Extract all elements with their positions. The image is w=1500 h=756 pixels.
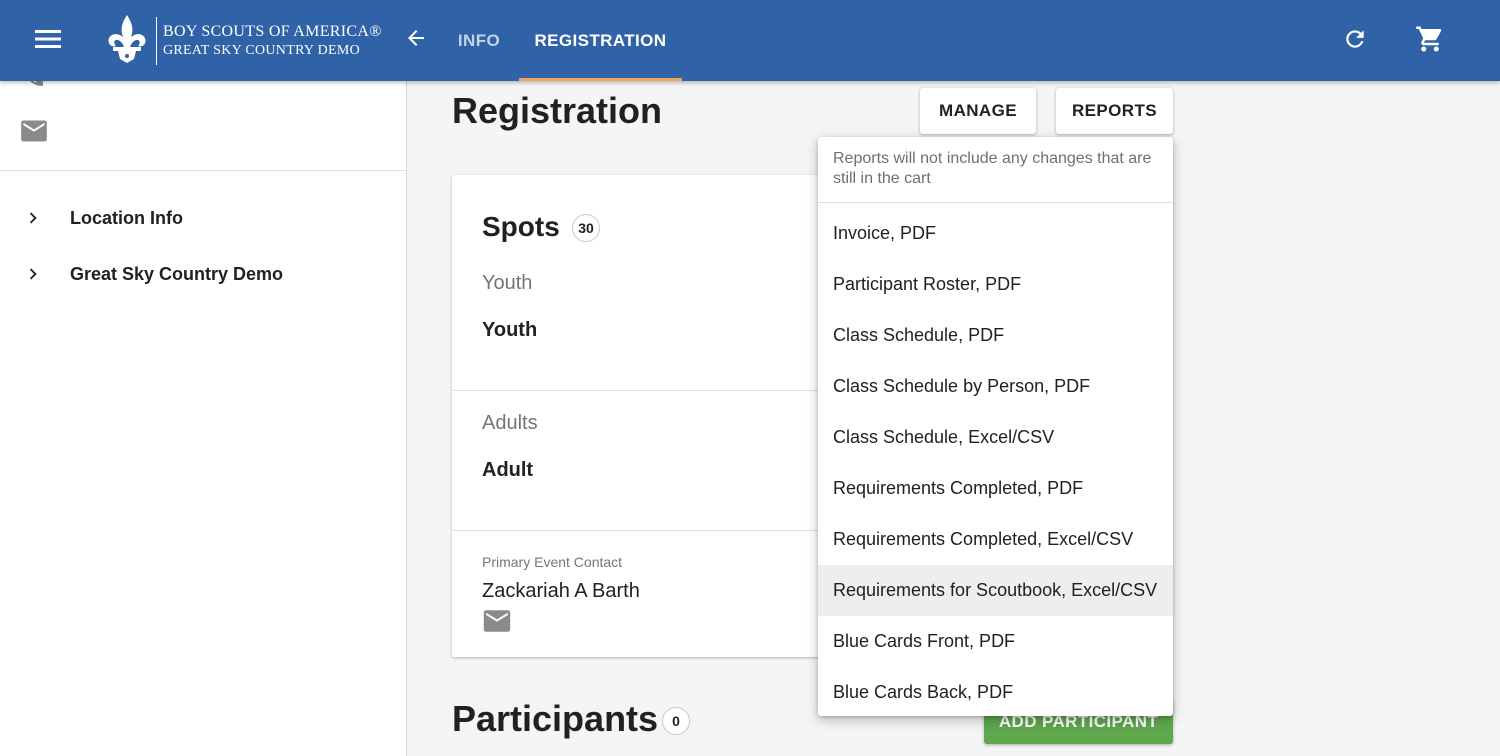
- participants-title: Participants: [452, 698, 659, 739]
- sidebar-divider: [0, 170, 406, 171]
- arrow-back-icon: [404, 26, 428, 55]
- menu-button[interactable]: [24, 22, 72, 60]
- tab-registration[interactable]: REGISTRATION: [519, 0, 682, 81]
- back-button[interactable]: [398, 22, 434, 58]
- sidebar-phone-row: 4055551013: [0, 81, 406, 99]
- cart-button[interactable]: [1410, 22, 1450, 60]
- logo-divider: [156, 17, 157, 65]
- sidebar-item-great-sky-country-demo[interactable]: Great Sky Country Demo: [0, 252, 406, 296]
- youth-value: Youth: [482, 319, 538, 341]
- reports-menu-list: Invoice, PDF Participant Roster, PDF Cla…: [818, 203, 1173, 716]
- mail-icon[interactable]: [20, 119, 48, 148]
- primary-contact-label: Primary Event Contact: [482, 554, 623, 570]
- spots-card: Spots 30 Youth Youth Adults Adult Primar…: [452, 175, 852, 657]
- bsa-logo[interactable]: BOY SCOUTS OF AMERICA® GREAT SKY COUNTRY…: [104, 14, 382, 68]
- sidebar-item-location-info[interactable]: Location Info: [0, 196, 406, 240]
- menu-item-requirements-completed-pdf[interactable]: Requirements Completed, PDF: [818, 463, 1173, 514]
- sidebar: 4055551013 Location Info Great Sky Count…: [0, 81, 407, 756]
- menu-item-participant-roster-pdf[interactable]: Participant Roster, PDF: [818, 259, 1173, 310]
- shopping-cart-icon: [1415, 24, 1445, 59]
- mail-icon[interactable]: [482, 609, 512, 638]
- adults-heading: Adults: [482, 412, 538, 434]
- sidebar-item-label: Great Sky Country Demo: [70, 263, 284, 284]
- adults-value: Adult: [482, 459, 534, 481]
- reports-note: Reports will not include any changes tha…: [818, 137, 1173, 203]
- phone-icon: [22, 81, 46, 94]
- hamburger-menu-icon: [35, 29, 61, 54]
- sidebar-phone-number[interactable]: 4055551013: [70, 81, 170, 84]
- chevron-right-icon: [22, 206, 44, 235]
- menu-item-class-schedule-excel[interactable]: Class Schedule, Excel/CSV: [818, 412, 1173, 463]
- reports-dropdown-menu: Reports will not include any changes tha…: [818, 137, 1173, 716]
- participants-count-badge: 0: [662, 707, 690, 735]
- primary-contact-name: Zackariah A Barth: [482, 580, 640, 602]
- spots-count-badge: 30: [572, 214, 600, 242]
- menu-item-class-schedule-pdf[interactable]: Class Schedule, PDF: [818, 310, 1173, 361]
- menu-item-invoice-pdf[interactable]: Invoice, PDF: [818, 208, 1173, 259]
- sidebar-item-label: Location Info: [70, 207, 183, 228]
- logo-line-1: BOY SCOUTS OF AMERICA®: [163, 23, 382, 40]
- spots-title: Spots: [482, 211, 560, 242]
- youth-heading: Youth: [482, 272, 533, 294]
- manage-button[interactable]: MANAGE: [920, 88, 1036, 134]
- tab-info[interactable]: INFO: [440, 0, 518, 81]
- app-bar: BOY SCOUTS OF AMERICA® GREAT SKY COUNTRY…: [0, 0, 1500, 81]
- menu-item-blue-cards-back-pdf[interactable]: Blue Cards Back, PDF: [818, 667, 1173, 716]
- menu-item-requirements-completed-excel[interactable]: Requirements Completed, Excel/CSV: [818, 514, 1173, 565]
- refresh-button[interactable]: [1336, 22, 1374, 60]
- fleur-de-lis-icon: [104, 13, 150, 70]
- menu-item-requirements-scoutbook-excel[interactable]: Requirements for Scoutbook, Excel/CSV: [818, 565, 1173, 616]
- page-title: Registration: [452, 90, 663, 131]
- logo-text: BOY SCOUTS OF AMERICA® GREAT SKY COUNTRY…: [163, 22, 382, 60]
- menu-item-blue-cards-front-pdf[interactable]: Blue Cards Front, PDF: [818, 616, 1173, 667]
- card-divider: [452, 390, 852, 391]
- card-divider: [452, 530, 852, 531]
- logo-line-2: GREAT SKY COUNTRY DEMO: [163, 43, 361, 58]
- active-tab-indicator: [519, 78, 682, 81]
- chevron-right-icon: [22, 262, 44, 291]
- menu-item-class-schedule-by-person-pdf[interactable]: Class Schedule by Person, PDF: [818, 361, 1173, 412]
- reports-button[interactable]: REPORTS: [1056, 88, 1173, 134]
- refresh-icon: [1342, 26, 1368, 57]
